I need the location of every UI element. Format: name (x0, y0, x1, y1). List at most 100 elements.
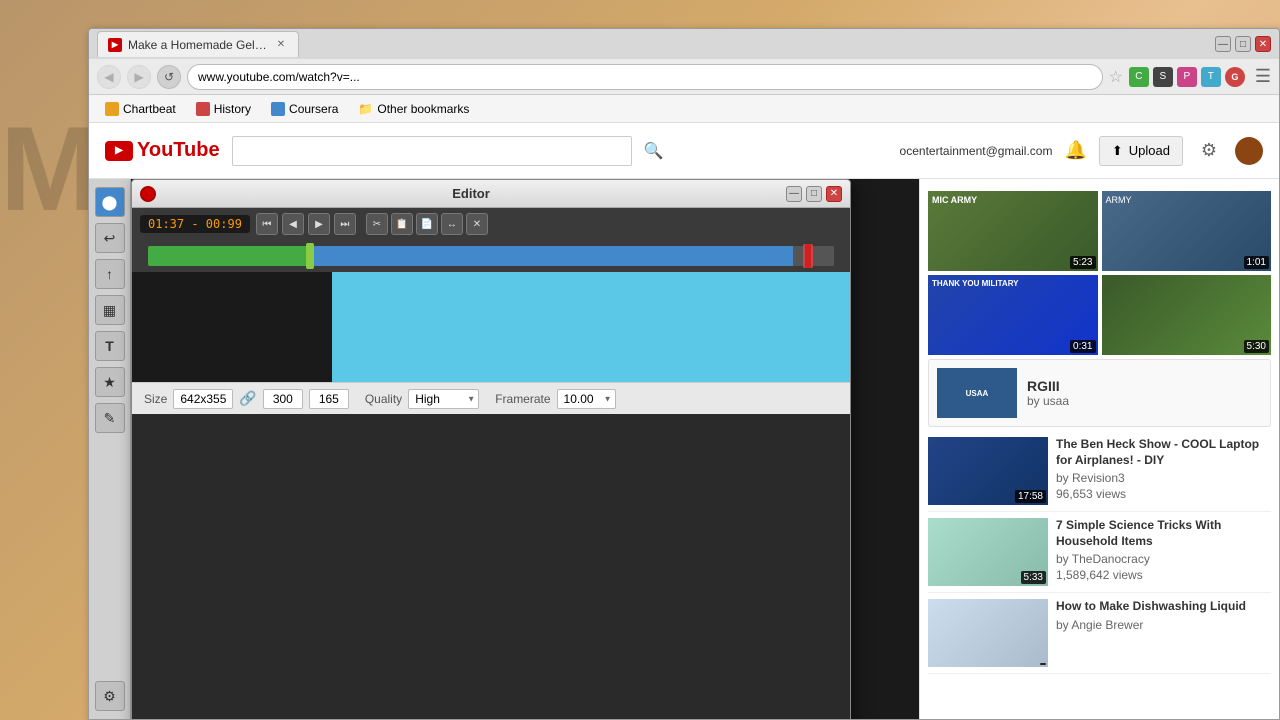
thumb4-label (1102, 275, 1272, 283)
recording-indicator (140, 186, 156, 202)
ext-icon-5[interactable]: G (1225, 67, 1245, 87)
address-bar[interactable] (187, 64, 1103, 90)
sidebar-info-2: 7 Simple Science Tricks With Household I… (1056, 518, 1271, 586)
browser-menu-button[interactable]: ☰ (1255, 66, 1271, 87)
minimize-button[interactable]: — (1215, 36, 1231, 52)
sidebar-video-3[interactable]: How to Make Dishwashing Liquid by Angie … (928, 593, 1271, 674)
height2-value[interactable]: 165 (309, 389, 349, 409)
user-email: ocentertainment@gmail.com (900, 144, 1053, 158)
refresh-button[interactable]: ↺ (157, 65, 181, 89)
settings-tool-button[interactable]: ⚙ (95, 681, 125, 711)
thumb1-label: MIC ARMY (928, 191, 1098, 209)
editor-overlay: ⬤ ↩ ↑ ▦ T ★ ✎ ⚙ (89, 179, 919, 719)
sidebar-sponsor-card[interactable]: USAA RGIII by usaa (928, 359, 1271, 427)
notification-bell-icon[interactable]: 🔔 (1064, 140, 1086, 161)
browser-tab-active[interactable]: ▶ Make a Homemade Gel P... ✕ (97, 31, 299, 57)
bookmark-item-other[interactable]: 📁 Other bookmarks (350, 100, 477, 118)
video-frame (132, 414, 850, 719)
record-tool-button[interactable]: ⬤ (95, 187, 125, 217)
browser-tabs: ▶ Make a Homemade Gel P... ✕ — □ ✕ (89, 29, 1279, 59)
ext-icon-1[interactable]: C (1129, 67, 1149, 87)
timeline-handle[interactable] (306, 243, 314, 269)
close-button[interactable]: ✕ (1255, 36, 1271, 52)
timeline-end-marker[interactable] (803, 244, 813, 268)
sidebar-large-thumb-3[interactable]: THANK YOU MILITARY 0:31 (928, 275, 1098, 355)
chain-link-icon: 🔗 (239, 390, 256, 407)
bookmark-star-icon[interactable]: ☆ (1109, 67, 1123, 87)
size-label: Size (144, 392, 167, 406)
sidebar-duration-2: 5:33 (1021, 571, 1046, 584)
framerate-setting-group: Framerate 10.00 15.00 24.00 30.00 (495, 389, 615, 409)
window-controls: — □ ✕ (1215, 36, 1271, 52)
draw-tool-button[interactable]: ✎ (95, 403, 125, 433)
sidebar-duration-1: 17:58 (1015, 490, 1046, 503)
sidebar-large-thumbs: MIC ARMY 5:23 ARMY 1:01 THANK YOU MILITA… (928, 191, 1271, 355)
sidebar-video-2[interactable]: 5:33 7 Simple Science Tricks With Househ… (928, 512, 1271, 593)
thumb3-duration: 0:31 (1070, 340, 1095, 353)
upload-label: Upload (1129, 143, 1170, 158)
image-tool-button[interactable]: ▦ (95, 295, 125, 325)
fit-button[interactable]: ↔ (441, 213, 463, 235)
editor-minimize-button[interactable]: — (786, 186, 802, 202)
youtube-logo[interactable]: ▶ YouTube (105, 139, 220, 162)
search-icon[interactable]: 🔍 (644, 141, 664, 161)
text-tool-button[interactable]: T (95, 331, 125, 361)
sidebar-large-thumb-1[interactable]: MIC ARMY 5:23 (928, 191, 1098, 271)
ext-icon-3[interactable]: P (1177, 67, 1197, 87)
undo-tool-button[interactable]: ↩ (95, 223, 125, 253)
back-button[interactable]: ◀ (97, 65, 121, 89)
upload-button[interactable]: ⬆ Upload (1099, 136, 1183, 166)
bookmark-item-coursera[interactable]: Coursera (263, 100, 346, 118)
sidebar-info-1: The Ben Heck Show - COOL Laptop for Airp… (1056, 437, 1271, 505)
quality-label: Quality (365, 392, 402, 406)
youtube-search-input[interactable] (232, 136, 632, 166)
settings-icon[interactable]: ⚙ (1195, 137, 1223, 165)
header-actions: ocentertainment@gmail.com 🔔 ⬆ Upload ⚙ (900, 136, 1263, 166)
sidebar-large-thumb-4[interactable]: 5:30 (1102, 275, 1272, 355)
copy-button[interactable]: 📋 (391, 213, 413, 235)
sidebar-thumb-3 (928, 599, 1048, 667)
quality-select[interactable]: High Medium Low (408, 389, 479, 409)
quality-setting-group: Quality High Medium Low (365, 389, 479, 409)
editor-controls: ⏮ ◀ ▶ ⏭ (256, 213, 356, 235)
timeline-bar[interactable] (148, 246, 834, 266)
play-button[interactable]: ▶ (308, 213, 330, 235)
maximize-button[interactable]: □ (1235, 36, 1251, 52)
up-tool-button[interactable]: ↑ (95, 259, 125, 289)
bookmark-item-history[interactable]: History (188, 100, 259, 118)
end-marker-inner (805, 244, 811, 268)
youtube-sidebar: MIC ARMY 5:23 ARMY 1:01 THANK YOU MILITA… (919, 179, 1279, 719)
editor-window: Editor — □ ✕ 01:37 - 00:99 ⏮ (131, 179, 851, 719)
height1-value[interactable]: 300 (263, 389, 303, 409)
star-tool-button[interactable]: ★ (95, 367, 125, 397)
forward-button[interactable]: ▶ (127, 65, 151, 89)
back-frame-button[interactable]: ◀ (282, 213, 304, 235)
bookmark-item-chartbeat[interactable]: Chartbeat (97, 100, 184, 118)
framerate-select[interactable]: 10.00 15.00 24.00 30.00 (557, 389, 616, 409)
editor-close-button[interactable]: ✕ (826, 186, 842, 202)
editor-titlebar: Editor — □ ✕ (132, 180, 850, 208)
delete-button[interactable]: ✕ (466, 213, 488, 235)
tab-close-button[interactable]: ✕ (274, 38, 288, 52)
sidebar-video-1[interactable]: 17:58 The Ben Heck Show - COOL Laptop fo… (928, 431, 1271, 512)
ext-icon-2[interactable]: S (1153, 67, 1173, 87)
youtube-page: ▶ YouTube 🔍 ocentertainment@gmail.com 🔔 … (89, 123, 1279, 719)
skip-fwd-button[interactable]: ⏭ (334, 213, 356, 235)
sponsor-thumbnail: USAA (937, 368, 1017, 418)
editor-maximize-button[interactable]: □ (806, 186, 822, 202)
bookmark-favicon-history (196, 102, 210, 116)
bookmark-label-chartbeat: Chartbeat (123, 102, 176, 116)
sidebar-large-thumb-2[interactable]: ARMY 1:01 (1102, 191, 1272, 271)
ext-icon-4[interactable]: T (1201, 67, 1221, 87)
quality-select-wrapper: High Medium Low (408, 389, 479, 409)
youtube-logo-icon: ▶ (105, 141, 133, 161)
skip-back-button[interactable]: ⏮ (256, 213, 278, 235)
cut-button[interactable]: ✂ (366, 213, 388, 235)
editor-title: Editor (452, 186, 490, 201)
tab-favicon: ▶ (108, 38, 122, 52)
user-avatar[interactable] (1235, 137, 1263, 165)
paste-button[interactable]: 📄 (416, 213, 438, 235)
thumb1-duration: 5:23 (1070, 256, 1095, 269)
sidebar-title-1: The Ben Heck Show - COOL Laptop for Airp… (1056, 437, 1271, 468)
browser-toolbar: ◀ ▶ ↺ ☆ C S P T G ☰ (89, 59, 1279, 95)
